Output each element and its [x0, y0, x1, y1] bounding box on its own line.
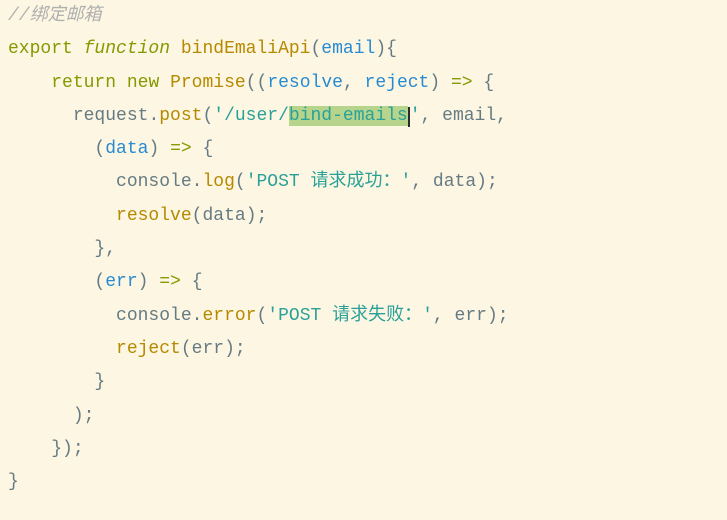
code-line: resolve(data);	[4, 206, 267, 226]
code-line: }	[4, 472, 19, 492]
var-email: email	[442, 106, 496, 126]
cls-promise: Promise	[170, 73, 246, 93]
code-block: //绑定邮箱 export function bindEmaliApi(emai…	[0, 0, 727, 499]
var-request: request	[73, 106, 149, 126]
str-log: 'POST 请求成功：'	[246, 172, 412, 192]
str-url: '/user/	[213, 106, 289, 126]
code-line: );	[4, 406, 94, 426]
fn-name: bindEmaliApi	[181, 39, 311, 59]
kw-function: function	[84, 39, 170, 59]
fn-post: post	[159, 106, 202, 126]
code-line: reject(err);	[4, 339, 246, 359]
param-email: email	[321, 39, 375, 59]
code-line: });	[4, 439, 84, 459]
code-line: return new Promise((resolve, reject) => …	[4, 73, 494, 93]
comment: //绑定邮箱	[8, 6, 102, 26]
fn-log: log	[202, 172, 234, 192]
kw-export: export	[8, 39, 73, 59]
code-line: //绑定邮箱	[4, 6, 102, 26]
code-line: (data) => {	[4, 139, 213, 159]
code-line: console.error('POST 请求失败：', err);	[4, 306, 509, 326]
param-data: data	[105, 139, 148, 159]
str-err: 'POST 请求失败：'	[267, 306, 433, 326]
fn-reject: reject	[116, 339, 181, 359]
param-err: err	[105, 272, 137, 292]
param-reject: reject	[365, 73, 430, 93]
code-line: },	[4, 239, 116, 259]
fn-resolve: resolve	[116, 206, 192, 226]
fn-error: error	[202, 306, 256, 326]
code-line: request.post('/user/bind-emails', email,	[4, 106, 507, 126]
code-line: export function bindEmaliApi(email){	[4, 39, 397, 59]
param-resolve: resolve	[267, 73, 343, 93]
code-line: console.log('POST 请求成功：', data);	[4, 172, 498, 192]
arrow: =>	[451, 73, 473, 93]
kw-return: return	[51, 73, 116, 93]
code-line: (err) => {	[4, 272, 203, 292]
var-console: console	[116, 172, 192, 192]
kw-new: new	[127, 73, 159, 93]
str-url-highlight: bind-emails	[289, 106, 408, 126]
code-line: }	[4, 372, 105, 392]
